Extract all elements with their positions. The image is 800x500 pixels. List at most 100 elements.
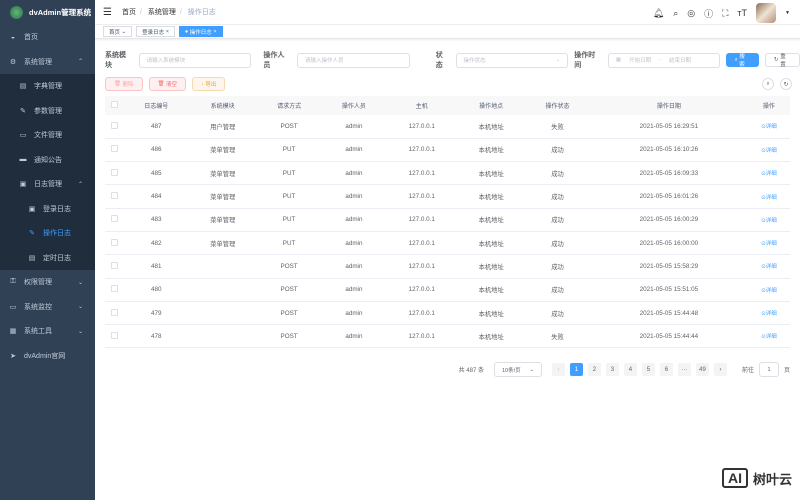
column-header: 系统模块 [188, 96, 257, 115]
detail-link[interactable]: ⊙详细 [761, 195, 777, 201]
clear-button[interactable]: 🗑︎ 清空 [148, 77, 187, 91]
cell: admin [321, 301, 387, 326]
detail-link[interactable]: ⊙详细 [761, 334, 777, 340]
bell-icon[interactable]: 🔔︎ [653, 8, 664, 19]
sidebar-item-9[interactable]: ▤ 定时日志 [0, 246, 95, 271]
font-size-icon[interactable]: тT [737, 8, 747, 18]
chevron-down-icon: ⌄ [77, 304, 83, 311]
goto-page-input[interactable]: 1 [758, 362, 779, 377]
row-checkbox[interactable] [105, 231, 124, 256]
sidebar-item-11[interactable]: ▭ 系统监控 ⌄ [0, 295, 95, 320]
lock-icon: ⚿ [10, 278, 16, 286]
sidebar-item-1[interactable]: ⚙ 系统管理 ⌃ [0, 50, 95, 75]
sidebar-item-8[interactable]: ✎ 操作日志 [0, 221, 95, 246]
caret-down-icon[interactable]: ▼ [785, 10, 790, 16]
sidebar-item-13[interactable]: ➤ dvAdmin官网 [0, 344, 95, 369]
github-icon[interactable]: ◎ [687, 8, 695, 19]
cell: 失败 [525, 115, 590, 139]
page-button[interactable]: 2 [587, 363, 601, 376]
sidebar-item-2[interactable]: ▤ 字典管理 [0, 74, 95, 99]
breadcrumb-home[interactable]: 首页 [122, 9, 136, 16]
sidebar-item-3[interactable]: ✎ 参数管理 [0, 99, 95, 124]
tag-home[interactable]: 首页 ⌄ [103, 26, 133, 37]
detail-link[interactable]: ⊙详细 [761, 124, 777, 130]
file-icon: ▭ [19, 132, 27, 140]
refresh-icon[interactable]: ↻ [780, 78, 792, 90]
hamburger-icon[interactable]: ☰ [103, 7, 112, 18]
fullscreen-icon[interactable]: ⛶ [722, 8, 728, 19]
cell: 本机地址 [457, 208, 526, 232]
sidebar-item-12[interactable]: ▦ 系统工具 ⌄ [0, 319, 95, 344]
tag-operation-log[interactable]: ● 操作日志 × [178, 26, 223, 37]
detail-link[interactable]: ⊙详细 [761, 288, 777, 294]
detail-link[interactable]: ⊙详细 [761, 311, 777, 317]
help-icon[interactable]: ⓘ [704, 7, 713, 20]
tool-icon: ▦ [9, 328, 17, 336]
module-input[interactable]: 请输入系统模块 [138, 52, 252, 68]
cell: 本机地址 [457, 115, 526, 139]
cell: 127.0.0.1 [386, 324, 458, 349]
detail-link[interactable]: ⊙详细 [761, 264, 777, 270]
page-button[interactable]: 6 [659, 363, 673, 376]
tag-login-log[interactable]: 登录日志 × [136, 26, 175, 37]
monitor-icon: ▭ [9, 303, 17, 311]
row-checkbox[interactable] [105, 254, 124, 279]
search-button[interactable]: ⌕ 搜索 [725, 53, 760, 68]
next-page-button[interactable]: › [713, 363, 727, 376]
page-button[interactable]: 1 [569, 363, 583, 376]
cell: 成功 [525, 254, 590, 279]
cell: PUT [256, 231, 322, 256]
toggle-search-icon[interactable]: ⌕ [762, 78, 774, 90]
cell: POST [256, 115, 322, 139]
cell [188, 324, 257, 349]
detail-link[interactable]: ⊙详细 [761, 171, 777, 177]
table-row: 486 菜单管理 PUT admin 127.0.0.1 本机地址 成功 2021-05-05… [105, 138, 790, 163]
detail-link[interactable]: ⊙详细 [761, 218, 777, 224]
row-checkbox[interactable] [105, 301, 124, 326]
row-checkbox[interactable] [105, 184, 124, 209]
page-button[interactable]: ··· [677, 363, 691, 376]
app-logo[interactable]: dvAdmin管理系统 [0, 0, 95, 25]
select-all-checkbox[interactable] [105, 96, 124, 115]
row-checkbox[interactable] [105, 161, 124, 186]
sidebar-item-5[interactable]: ▬ 通知公告 [0, 148, 95, 173]
row-checkbox[interactable] [105, 278, 124, 302]
row-checkbox[interactable] [105, 138, 124, 163]
cell: 成功 [525, 301, 590, 326]
page-size-select[interactable]: 10条/页 ⌄ [493, 362, 542, 377]
cell [188, 301, 257, 326]
cell: admin [321, 254, 387, 279]
detail-link[interactable]: ⊙详细 [761, 241, 777, 247]
table-row: 483 菜单管理 PUT admin 127.0.0.1 本机地址 成功 2021-05-05… [105, 208, 790, 232]
status-select[interactable]: 操作状态 ⌄ [455, 52, 569, 68]
row-checkbox[interactable] [105, 208, 124, 232]
row-checkbox[interactable] [105, 324, 124, 349]
module-label: 系统模块 [105, 52, 126, 69]
page-button[interactable]: 49 [695, 363, 709, 376]
table-row: 487 用户管理 POST admin 127.0.0.1 本机地址 失败 2021-05-0… [105, 115, 790, 139]
sidebar-item-0[interactable]: ◒ 首页 [0, 25, 95, 50]
sidebar-item-label: 日志管理 [34, 181, 62, 189]
export-button[interactable]: ↓ 导出 [192, 77, 226, 91]
avatar[interactable] [756, 3, 777, 23]
reset-button[interactable]: ↻ 重置 [765, 53, 800, 68]
breadcrumb-system[interactable]: 系统管理 [148, 9, 176, 16]
delete-button[interactable]: 🗑︎ 删除 [105, 77, 143, 91]
cell: 127.0.0.1 [386, 208, 458, 232]
row-checkbox[interactable] [105, 115, 124, 139]
sidebar-item-10[interactable]: ⚿ 权限管理 ⌄ [0, 270, 95, 295]
cell: admin [321, 115, 387, 139]
search-icon[interactable]: ⌕ [673, 8, 678, 19]
detail-link[interactable]: ⊙详细 [761, 148, 777, 154]
cell: PUT [256, 138, 322, 163]
page-button[interactable]: 4 [623, 363, 637, 376]
page-button[interactable]: 5 [641, 363, 655, 376]
page-button[interactable]: 3 [605, 363, 619, 376]
sidebar-item-6[interactable]: ▣ 日志管理 ⌃ [0, 172, 95, 197]
user-input[interactable]: 请输入操作人员 [297, 52, 410, 68]
prev-page-button[interactable]: ‹ [551, 363, 565, 376]
column-header: 操作地点 [457, 96, 526, 115]
sidebar-item-4[interactable]: ▭ 文件管理 [0, 123, 95, 148]
sidebar-item-7[interactable]: ▣ 登录日志 [0, 197, 95, 222]
date-range-picker[interactable]: ▦ 开始日期 - 结束日期 [607, 52, 720, 68]
